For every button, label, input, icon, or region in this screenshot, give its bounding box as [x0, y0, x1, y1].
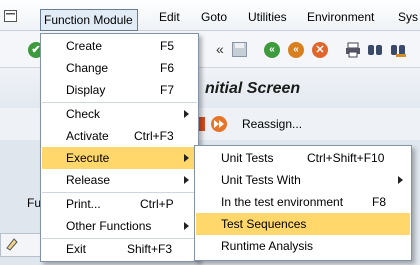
reassign-icon[interactable] [210, 115, 228, 133]
menu-item-test-sequences[interactable]: Test Sequences [196, 213, 410, 235]
save-icon[interactable] [232, 42, 247, 57]
menu-item-create[interactable]: Create F5 [42, 35, 197, 57]
menu-item-print[interactable]: Print... Ctrl+P [42, 193, 197, 215]
exit-icon[interactable]: « [288, 42, 304, 58]
function-module-menu: Create F5 Change F6 Display F7 Check Act… [40, 33, 199, 262]
menu-item-check[interactable]: Check [42, 103, 197, 125]
back-icon[interactable]: « [264, 42, 280, 58]
menu-item-execute[interactable]: Execute [42, 147, 197, 169]
menu-edit[interactable]: Edit [159, 8, 180, 26]
menu-item-activate[interactable]: Activate Ctrl+F3 [42, 125, 197, 147]
menu-function-module[interactable]: Function Module [40, 9, 138, 31]
edit-icon [6, 238, 18, 251]
reassign-button[interactable]: Reassign... [242, 117, 302, 131]
input-field[interactable] [0, 233, 42, 257]
menu-utilities[interactable]: Utilities [248, 8, 287, 26]
find-next-icon[interactable] [390, 42, 406, 58]
menu-item-other-functions[interactable]: Other Functions [42, 215, 197, 237]
cancel-icon[interactable]: ✕ [312, 42, 328, 58]
menu-system[interactable]: Sys [398, 8, 418, 26]
submenu-arrow-icon [184, 154, 189, 162]
menu-bar: Function Module Edit Goto Utilities Envi… [0, 0, 420, 31]
find-icon[interactable] [367, 42, 383, 58]
menu-item-exit[interactable]: Exit Shift+F3 [42, 238, 197, 260]
menu-item-change[interactable]: Change F6 [42, 57, 197, 79]
submenu-arrow-icon [184, 176, 189, 184]
system-menu-icon[interactable] [4, 10, 17, 22]
menu-item-test-environment[interactable]: In the test environment F8 [196, 191, 410, 213]
chevron-icon: « [216, 41, 224, 57]
menu-item-unit-tests-with[interactable]: Unit Tests With [196, 169, 410, 191]
submenu-arrow-icon [184, 110, 189, 118]
page-title: nitial Screen [205, 80, 301, 97]
menu-item-display[interactable]: Display F7 [42, 79, 197, 101]
execute-submenu: Unit Tests Ctrl+Shift+F10 Unit Tests Wit… [194, 145, 412, 261]
menu-item-release[interactable]: Release [42, 169, 197, 191]
submenu-arrow-icon [398, 176, 403, 184]
menu-item-unit-tests[interactable]: Unit Tests Ctrl+Shift+F10 [196, 147, 410, 169]
menu-item-runtime-analysis[interactable]: Runtime Analysis [196, 235, 410, 257]
print-icon[interactable] [345, 42, 361, 58]
field-label: Fu [27, 196, 42, 210]
menu-goto[interactable]: Goto [201, 8, 227, 26]
submenu-arrow-icon [184, 222, 189, 230]
menu-environment[interactable]: Environment [307, 8, 374, 26]
